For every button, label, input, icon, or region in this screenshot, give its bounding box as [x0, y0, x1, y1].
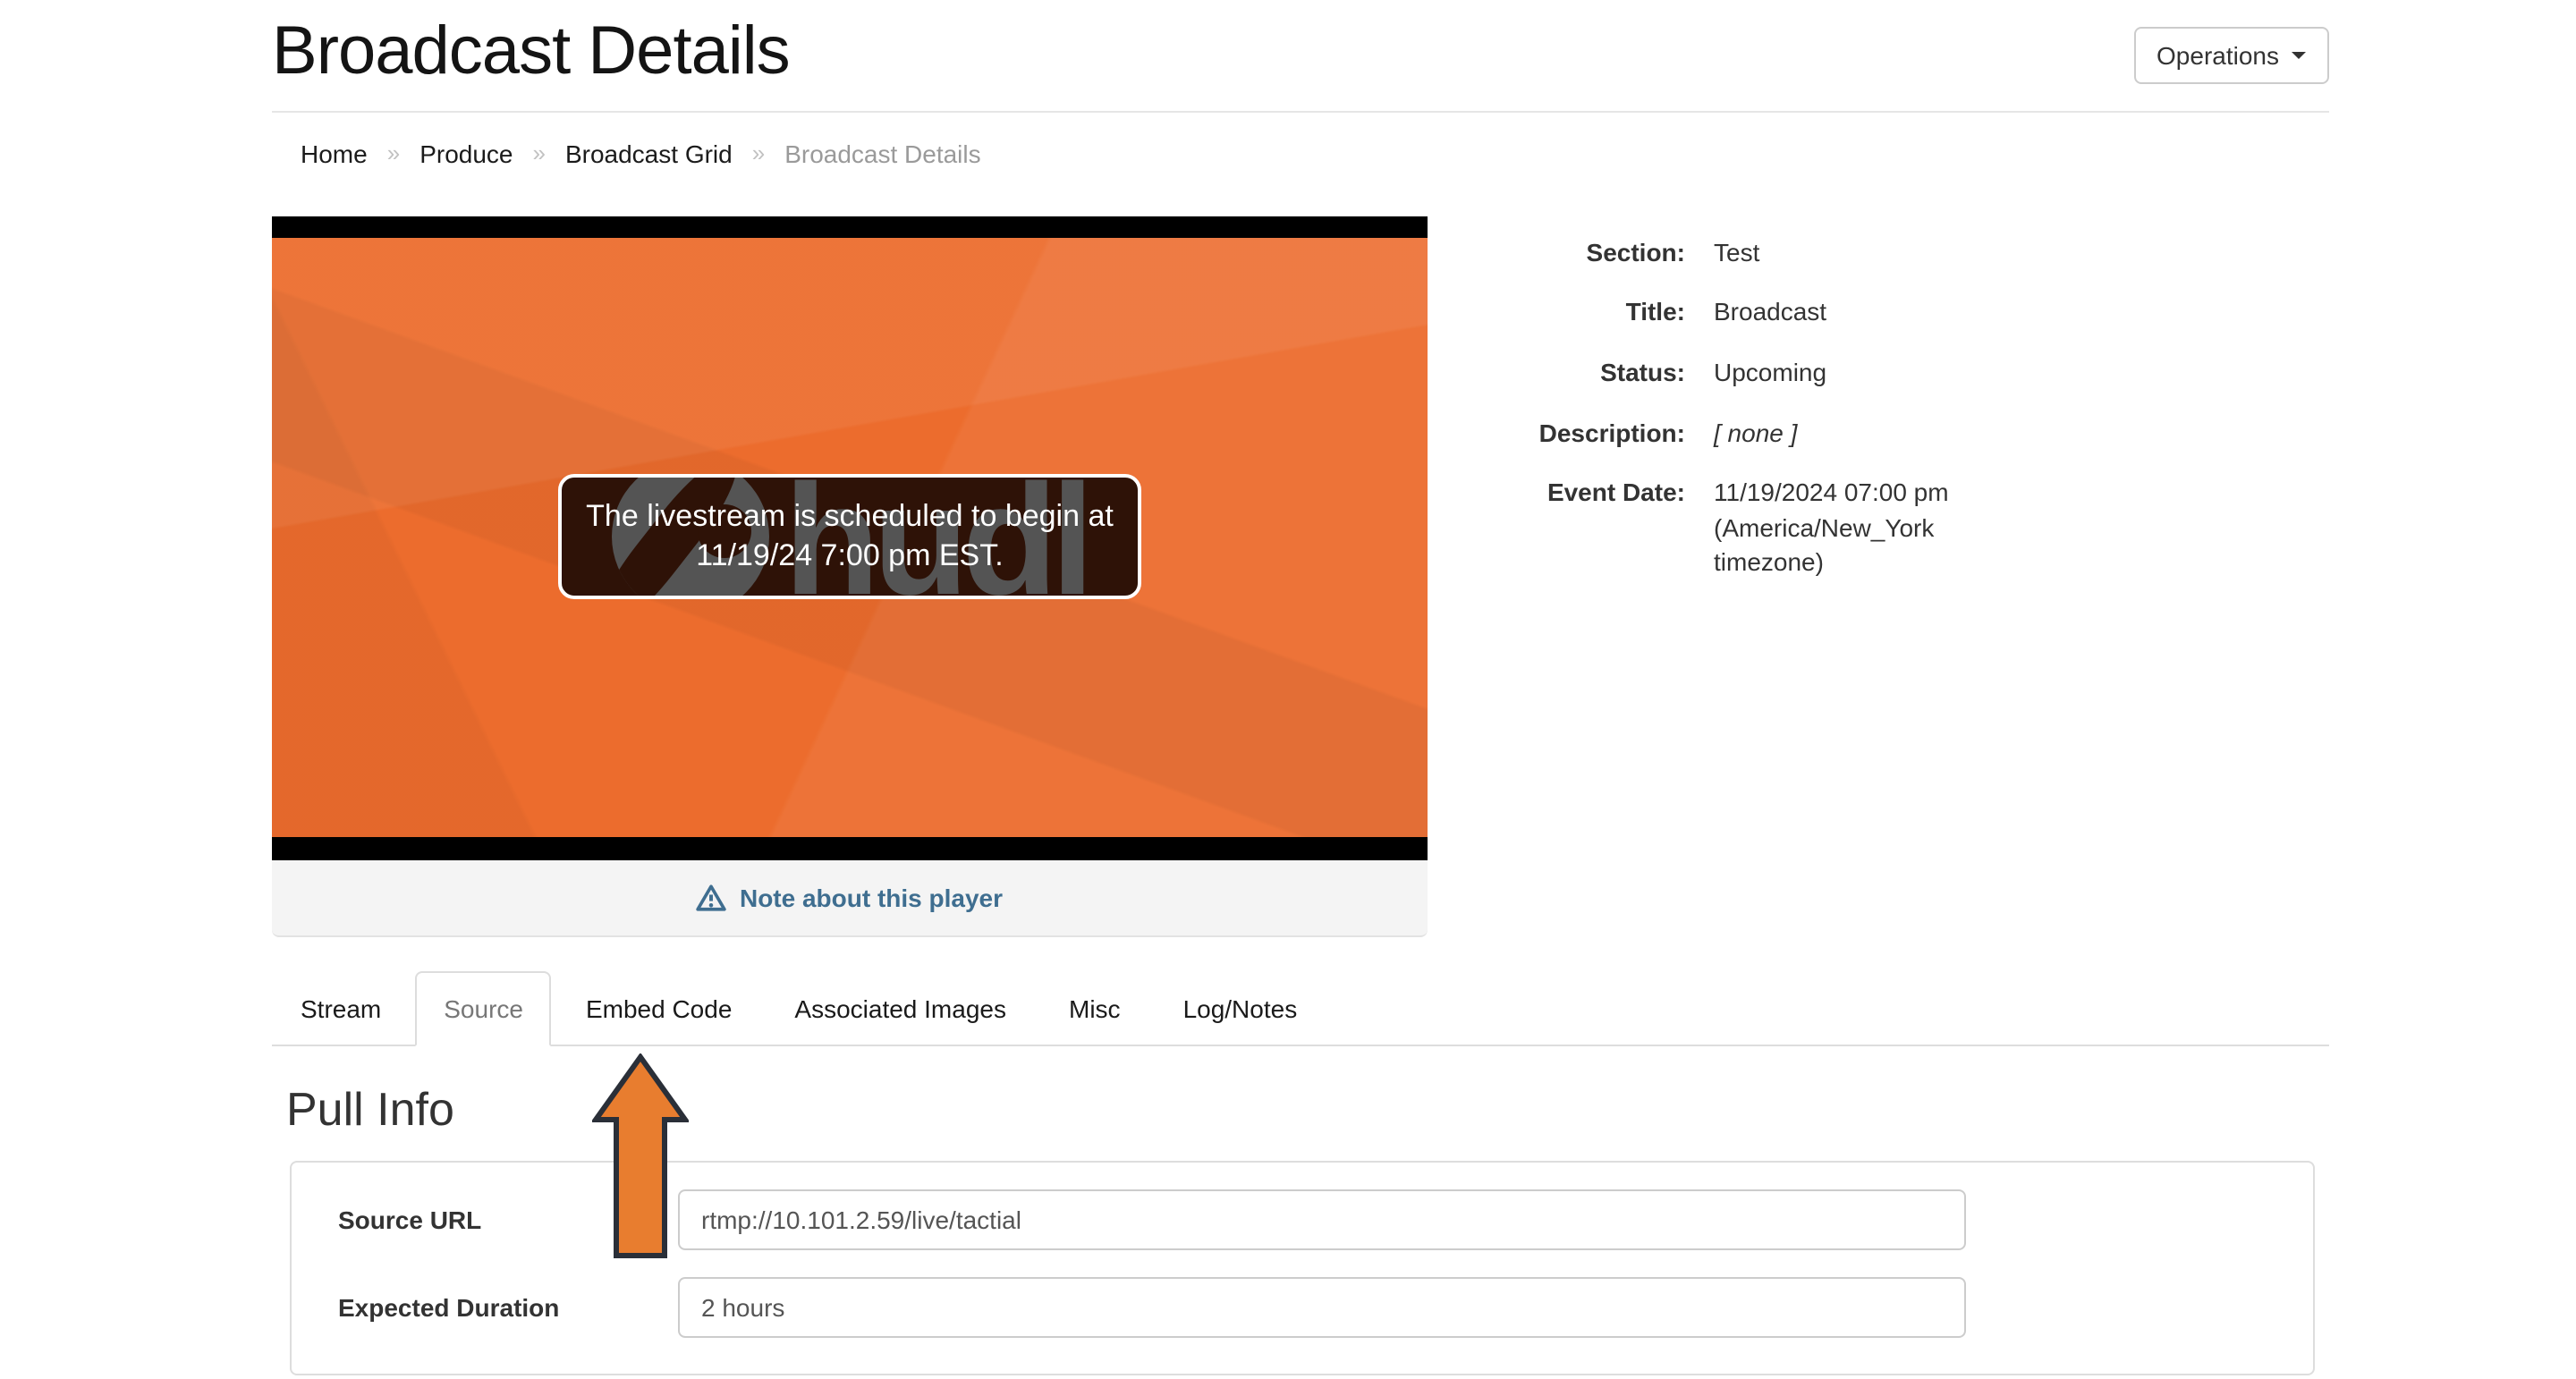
tab-embed-code[interactable]: Embed Code	[557, 971, 760, 1046]
breadcrumb-link-home[interactable]: Home	[301, 140, 368, 168]
livestream-message: The livestream is scheduled to begin at …	[586, 499, 1114, 573]
breadcrumb-link-broadcast-grid[interactable]: Broadcast Grid	[565, 140, 733, 168]
operations-button[interactable]: Operations	[2133, 27, 2329, 84]
detail-label-event-date: Event Date:	[1546, 478, 1685, 507]
breadcrumb-separator: »	[751, 140, 766, 167]
source-url-field[interactable]	[678, 1189, 1966, 1251]
detail-label-status: Status:	[1600, 358, 1685, 387]
detail-label-description: Description:	[1538, 418, 1685, 447]
detail-label-section: Section:	[1586, 237, 1685, 266]
breadcrumb: Home » Produce » Broadcast Grid » Broadc…	[272, 113, 2329, 168]
tab-stream[interactable]: Stream	[272, 971, 410, 1046]
breadcrumb-link-produce[interactable]: Produce	[419, 140, 513, 168]
table-row: Title: Broadcast	[1499, 283, 1996, 343]
detail-value-section: Test	[1714, 237, 1760, 266]
breadcrumb-current: Broadcast Details	[784, 139, 981, 168]
operations-button-label: Operations	[2157, 41, 2279, 70]
page-title: Broadcast Details	[272, 14, 791, 89]
table-row: Event Date: 11/19/2024 07:00 pm (America…	[1499, 464, 1996, 595]
detail-value-status: Upcoming	[1714, 358, 1827, 387]
tab-source[interactable]: Source	[415, 970, 552, 1047]
table-row: Description: [ none ]	[1499, 403, 1996, 463]
livestream-message-box: hudl The livestream is scheduled to begi…	[558, 474, 1141, 600]
video-player-column: hudl The livestream is scheduled to begi…	[272, 216, 2329, 937]
detail-value-description: [ none ]	[1714, 418, 1798, 447]
detail-value-event-date: 11/19/2024 07:00 pm (America/New_York ti…	[1714, 478, 1949, 577]
table-row: Section: Test	[1499, 224, 1996, 283]
breadcrumb-separator: »	[386, 140, 401, 167]
tab-log-notes[interactable]: Log/Notes	[1155, 971, 1326, 1046]
page: Broadcast Details Operations Home » Prod…	[0, 0, 2576, 1379]
player-note-bar: Note about this player	[272, 859, 1428, 937]
tab-associated-images[interactable]: Associated Images	[766, 971, 1035, 1046]
table-row: Status: Upcoming	[1499, 343, 1996, 403]
warning-icon	[697, 884, 727, 911]
note-link-label: Note about this player	[739, 883, 1004, 912]
detail-label-title: Title:	[1625, 297, 1685, 326]
note-about-player-link[interactable]: Note about this player	[697, 884, 1003, 912]
expected-duration-field[interactable]	[678, 1277, 1966, 1339]
breadcrumb-separator: »	[532, 140, 546, 167]
caret-down-icon	[2292, 52, 2306, 59]
broadcast-details-table: Section: Test Title: Broadcast Status: U…	[1499, 224, 1996, 594]
expected-duration-row: Expected Duration	[338, 1277, 2284, 1339]
player-screen: hudl The livestream is scheduled to begi…	[272, 237, 1428, 837]
page-header: Broadcast Details Operations	[272, 0, 2329, 113]
expected-duration-label: Expected Duration	[338, 1293, 560, 1323]
detail-value-title: Broadcast	[1714, 297, 1827, 326]
annotation-arrow-icon	[592, 1053, 689, 1258]
detail-tabs: Stream Source Embed Code Associated Imag…	[272, 970, 2329, 1047]
tab-misc[interactable]: Misc	[1040, 971, 1149, 1046]
video-player: hudl The livestream is scheduled to begi…	[272, 216, 1428, 860]
main-content: hudl The livestream is scheduled to begi…	[272, 216, 2329, 937]
